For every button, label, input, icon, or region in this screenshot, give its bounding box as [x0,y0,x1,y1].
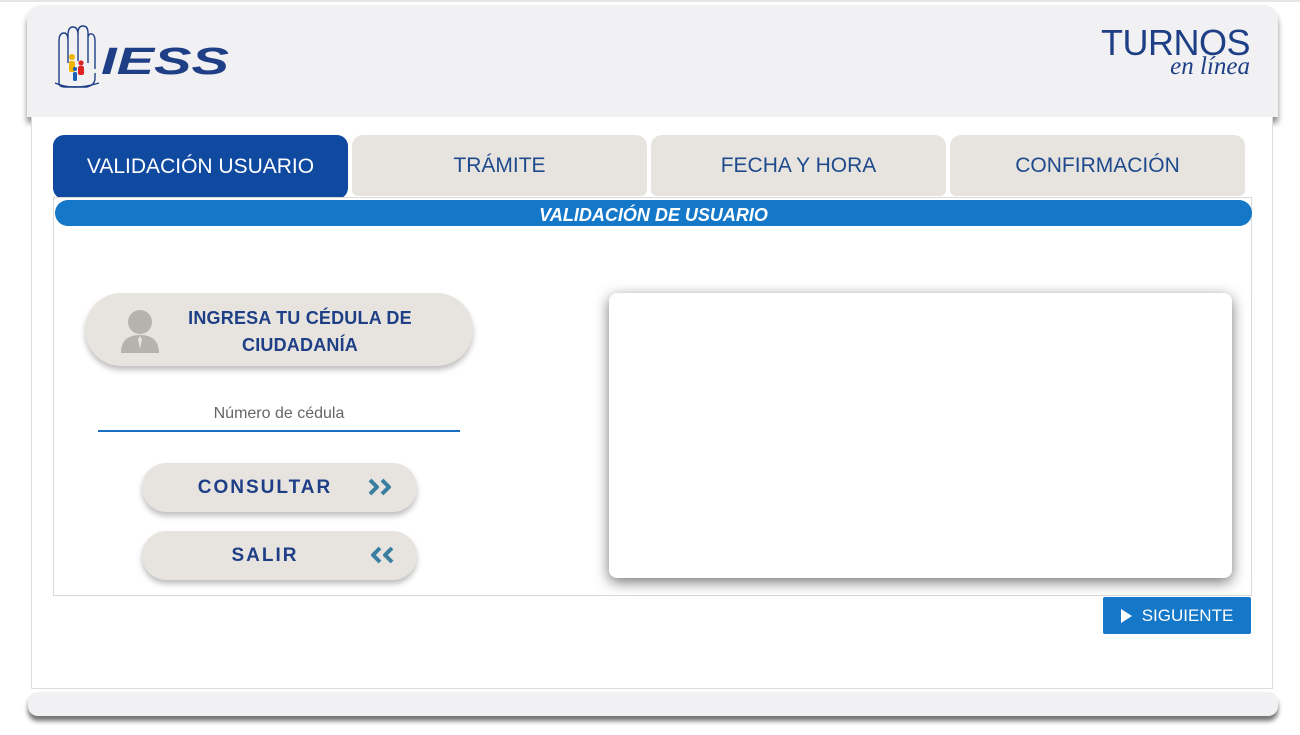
consultar-label: CONSULTAR [197,477,333,498]
siguiente-label: SIGUIENTE [1141,605,1234,625]
turnos-en-linea-logo: TURNOS en línea [1101,25,1251,80]
salir-button[interactable]: SALIR [142,531,417,580]
step-tabs: VALIDACIÓN USUARIO TRÁMITE FECHA Y HORA … [53,135,1245,199]
panel-title: VALIDACIÓN DE USUARIO [55,200,1252,226]
page-header: IESS TURNOS en línea [27,5,1278,117]
page-footer [28,692,1278,716]
svg-text:IESS: IESS [101,41,229,83]
siguiente-button[interactable]: SIGUIENTE [1103,597,1251,634]
main-content: VALIDACIÓN USUARIO TRÁMITE FECHA Y HORA … [31,117,1273,689]
consultar-button[interactable]: CONSULTAR [142,463,417,512]
iess-logo: IESS [53,23,233,93]
result-preview-panel [609,293,1232,578]
double-chevron-right-icon [367,476,395,498]
tab-confirmacion[interactable]: CONFIRMACIÓN [950,135,1245,196]
double-chevron-left-icon [367,544,395,566]
user-silhouette-icon [119,309,161,353]
validation-panel: VALIDACIÓN DE USUARIO INGRESA TU CÉDULA … [53,197,1252,596]
tab-validacion-usuario[interactable]: VALIDACIÓN USUARIO [53,135,348,199]
tab-fecha-y-hora[interactable]: FECHA Y HORA [651,135,946,196]
cedula-input[interactable] [98,398,460,432]
play-icon [1120,608,1132,623]
salir-label: SALIR [231,545,299,566]
id-card-label: INGRESA TU CÉDULA DE CIUDADANÍA [188,308,412,355]
id-card-prompt: INGRESA TU CÉDULA DE CIUDADANÍA [85,293,473,366]
tab-tramite[interactable]: TRÁMITE [352,135,647,196]
